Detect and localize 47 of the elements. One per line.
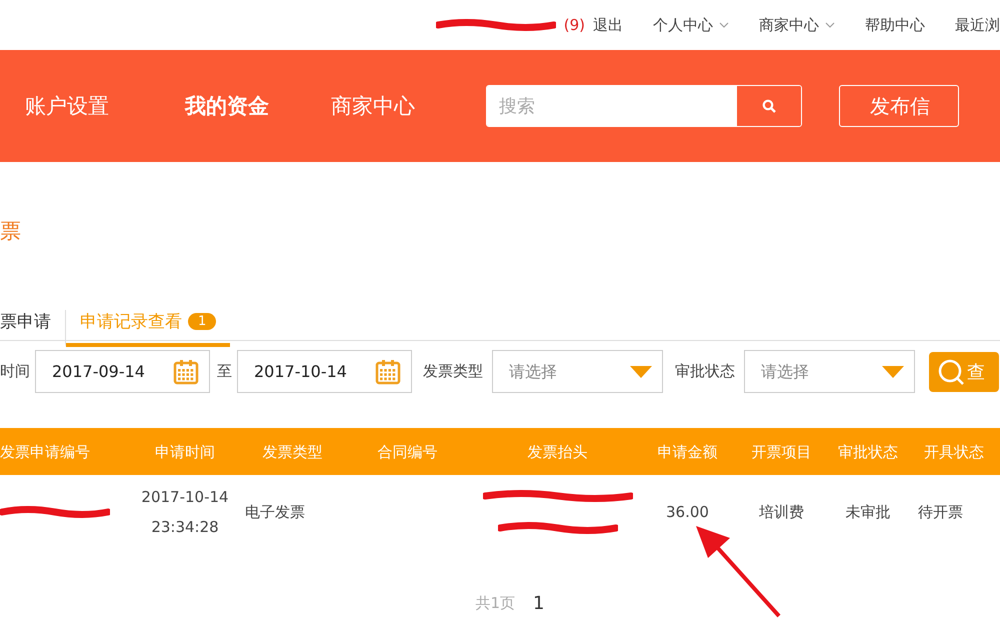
- column-header: 发票抬头: [526, 442, 588, 462]
- table-cell-text: 36.00: [665, 502, 710, 522]
- date-field[interactable]: 2017-09-14: [35, 350, 210, 393]
- calendar-icon[interactable]: [375, 358, 401, 384]
- filter-label: 至: [217, 362, 232, 381]
- top-nav-link[interactable]: 个人中心: [653, 16, 729, 34]
- search-icon: [937, 358, 965, 386]
- table-cell-text: 电子发票: [245, 502, 306, 522]
- search-field[interactable]: 搜索: [486, 85, 802, 127]
- column-header: 合同编号: [376, 442, 438, 462]
- page-count: 共1页: [476, 594, 516, 613]
- column-header: 开票项目: [750, 442, 812, 462]
- date-input[interactable]: 2017-09-14: [50, 361, 173, 382]
- top-nav-link[interactable]: 帮助中心: [865, 16, 925, 34]
- column-header: 申请时间: [154, 442, 216, 462]
- count-badge: 1: [188, 313, 216, 330]
- logout-link[interactable]: 退出: [593, 16, 623, 34]
- table-cell-text: 2017-10-14: [140, 486, 230, 508]
- column-header: 发票类型: [262, 442, 324, 462]
- select-field[interactable]: 请选择: [744, 350, 915, 393]
- search-button[interactable]: [736, 86, 801, 126]
- caret-down-icon: [630, 366, 652, 378]
- page-link[interactable]: 1: [533, 593, 544, 614]
- column-header: 发票申请编号: [0, 442, 91, 462]
- calendar-icon[interactable]: [173, 358, 199, 384]
- filter-label: 审批状态: [675, 362, 735, 381]
- page-title: 票: [0, 218, 22, 245]
- table-cell-text: 未审批: [844, 502, 892, 522]
- date-field[interactable]: 2017-10-14: [237, 350, 412, 393]
- top-nav-link[interactable]: 最近浏: [955, 16, 1000, 34]
- column-header: 审批状态: [837, 442, 899, 462]
- select-input[interactable]: 请选择: [759, 361, 882, 382]
- search-icon: [762, 99, 776, 113]
- filter-label: 发票类型: [423, 362, 483, 381]
- top-nav-link[interactable]: 商家中心: [759, 16, 835, 34]
- column-header: 申请金额: [656, 442, 718, 462]
- table-cell-text: 培训费: [758, 502, 805, 522]
- select-input[interactable]: 请选择: [507, 361, 630, 382]
- caret-down-icon: [882, 366, 904, 378]
- filter-label: 时间: [0, 362, 30, 381]
- select-field[interactable]: 请选择: [492, 350, 663, 393]
- column-header: 开具状态: [923, 442, 985, 462]
- date-input[interactable]: 2017-10-14: [252, 361, 375, 382]
- table-cell-text: 待开票: [917, 502, 964, 522]
- message-count: (9): [564, 16, 585, 34]
- table-cell-text: 23:34:28: [150, 516, 220, 538]
- tab[interactable]: 票申请: [0, 310, 66, 347]
